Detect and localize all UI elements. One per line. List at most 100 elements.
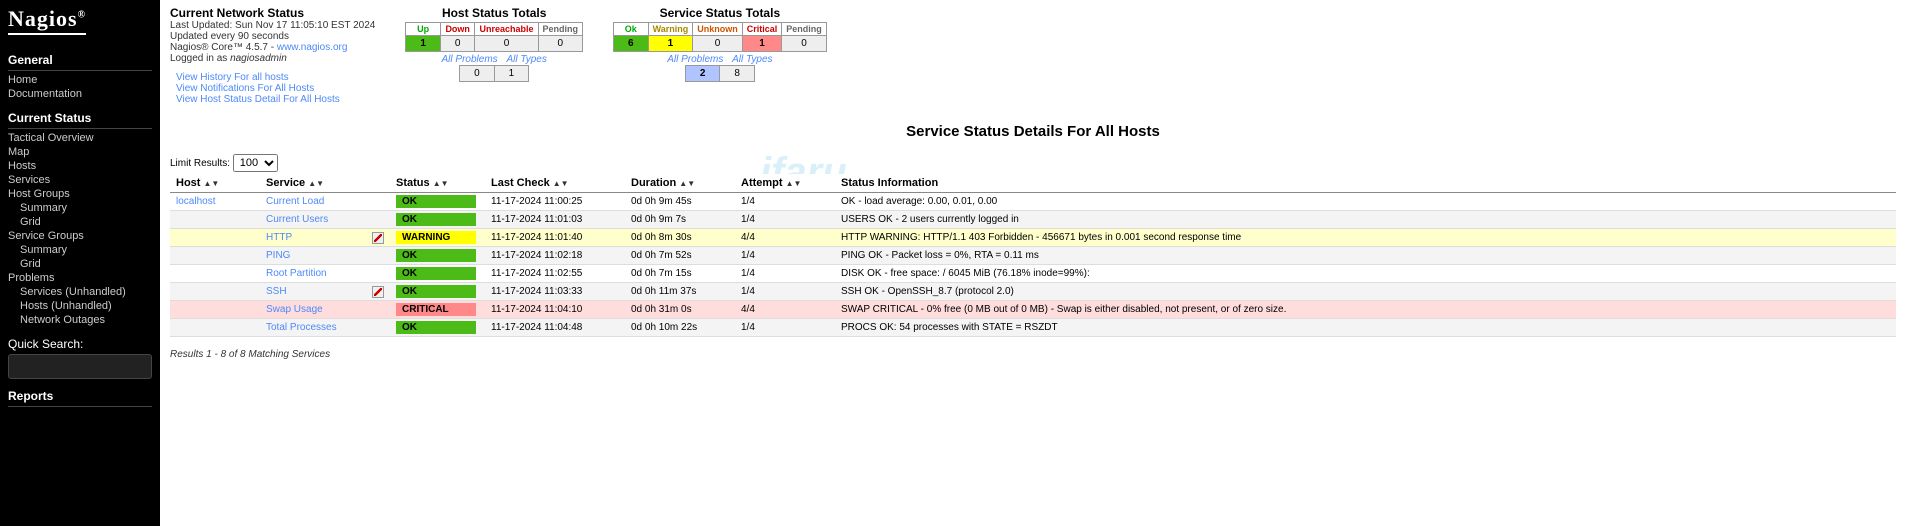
search-input[interactable] xyxy=(8,354,152,379)
th-crit[interactable]: Critical xyxy=(742,23,782,36)
nav-sg-grid[interactable]: Grid xyxy=(8,257,152,271)
cell-info: OK - load average: 0.00, 0.01, 0.00 xyxy=(835,193,1896,211)
nav-hosts-unhandled[interactable]: Hosts (Unhandled) xyxy=(8,299,152,313)
cell-last_check: 11-17-2024 11:04:10 xyxy=(485,301,625,319)
service-link[interactable]: Swap Usage xyxy=(266,304,323,315)
view-host-status-link[interactable]: View Host Status Detail For All Hosts xyxy=(176,94,375,105)
host-all-types-count[interactable]: 1 xyxy=(494,66,529,82)
host-all-types[interactable]: All Types xyxy=(506,54,546,65)
svc-all-types-count[interactable]: 8 xyxy=(720,66,755,82)
view-history-link[interactable]: View History For all hosts xyxy=(176,72,375,83)
sort-service[interactable]: ▲▼ xyxy=(308,179,324,188)
section-current-status: Current Status xyxy=(8,111,152,129)
notifications-disabled-icon xyxy=(372,286,384,298)
host-link[interactable]: localhost xyxy=(176,196,215,207)
logged-in: Logged in as nagiosadmin xyxy=(170,53,375,64)
cell-last_check: 11-17-2024 11:02:18 xyxy=(485,247,625,265)
view-notifications-link[interactable]: View Notifications For All Hosts xyxy=(176,83,375,94)
nav-outages[interactable]: Network Outages xyxy=(8,313,152,327)
nav-hostgroups[interactable]: Host Groups xyxy=(8,187,152,201)
nav-problems[interactable]: Problems xyxy=(8,271,152,285)
svc-crit-count[interactable]: 1 xyxy=(742,36,782,52)
core-version: Nagios® Core™ 4.5.7 - www.nagios.org xyxy=(170,42,375,53)
th-unk[interactable]: Unknown xyxy=(693,23,743,36)
logo: Nagios® xyxy=(8,6,86,35)
service-link[interactable]: Current Users xyxy=(266,214,328,225)
cell-attempt: 1/4 xyxy=(735,247,835,265)
nav-hosts[interactable]: Hosts xyxy=(8,159,152,173)
col-service[interactable]: Service ▲▼ xyxy=(260,174,390,193)
col-lastcheck[interactable]: Last Check ▲▼ xyxy=(485,174,625,193)
host-totals-title: Host Status Totals xyxy=(405,6,583,20)
table-row: Root PartitionOK11-17-2024 11:02:550d 0h… xyxy=(170,265,1896,283)
service-totals-title: Service Status Totals xyxy=(613,6,827,20)
sort-lastcheck[interactable]: ▲▼ xyxy=(553,179,569,188)
cell-attempt: 4/4 xyxy=(735,229,835,247)
nav-services-unhandled[interactable]: Services (Unhandled) xyxy=(8,285,152,299)
cell-info: DISK OK - free space: / 6045 MiB (76.18%… xyxy=(835,265,1896,283)
svc-warn-count[interactable]: 1 xyxy=(648,36,693,52)
nav-hg-grid[interactable]: Grid xyxy=(8,215,152,229)
table-row: localhostCurrent LoadOK11-17-2024 11:00:… xyxy=(170,193,1896,211)
cell-attempt: 1/4 xyxy=(735,319,835,337)
table-row: Swap UsageCRITICAL11-17-2024 11:04:100d … xyxy=(170,301,1896,319)
th-unreach[interactable]: Unreachable xyxy=(475,23,538,36)
host-down-count[interactable]: 0 xyxy=(440,36,475,52)
section-general: General xyxy=(8,53,152,71)
nav-services[interactable]: Services xyxy=(8,173,152,187)
col-host[interactable]: Host ▲▼ xyxy=(170,174,260,193)
host-unreach-count[interactable]: 0 xyxy=(475,36,538,52)
sort-status[interactable]: ▲▼ xyxy=(433,179,449,188)
status-title: Current Network Status xyxy=(170,6,375,20)
service-link[interactable]: HTTP xyxy=(266,232,292,243)
service-link[interactable]: Root Partition xyxy=(266,268,327,279)
service-link[interactable]: Current Load xyxy=(266,196,324,207)
limit-select[interactable]: 100 xyxy=(233,154,278,172)
sort-duration[interactable]: ▲▼ xyxy=(679,179,695,188)
host-up-count[interactable]: 1 xyxy=(406,36,441,52)
cell-duration: 0d 0h 9m 45s xyxy=(625,193,735,211)
nav-map[interactable]: Map xyxy=(8,145,152,159)
status-badge: WARNING xyxy=(396,231,476,244)
svc-unk-count[interactable]: 0 xyxy=(693,36,743,52)
service-link[interactable]: Total Processes xyxy=(266,322,337,333)
sort-attempt[interactable]: ▲▼ xyxy=(786,179,802,188)
host-pending-count[interactable]: 0 xyxy=(538,36,583,52)
nagios-link[interactable]: www.nagios.org xyxy=(277,42,348,53)
svc-all-problems-count[interactable]: 2 xyxy=(685,66,720,82)
cell-duration: 0d 0h 11m 37s xyxy=(625,283,735,301)
limit-row: Limit Results: 100 xyxy=(170,154,1896,172)
host-all-problems-count[interactable]: 0 xyxy=(460,66,495,82)
th-ok[interactable]: Ok xyxy=(614,23,649,36)
th-pending[interactable]: Pending xyxy=(538,23,583,36)
service-link[interactable]: SSH xyxy=(266,286,287,297)
th-down[interactable]: Down xyxy=(440,23,475,36)
nav-tactical[interactable]: Tactical Overview xyxy=(8,131,152,145)
page-heading: Service Status Details For All Hosts xyxy=(170,123,1896,140)
status-badge: OK xyxy=(396,321,476,334)
col-attempt[interactable]: Attempt ▲▼ xyxy=(735,174,835,193)
cell-duration: 0d 0h 8m 30s xyxy=(625,229,735,247)
svc-ok-count[interactable]: 6 xyxy=(614,36,649,52)
sort-host[interactable]: ▲▼ xyxy=(204,179,220,188)
service-totals: Service Status Totals Ok Warning Unknown… xyxy=(613,6,827,82)
nav-sg-summary[interactable]: Summary xyxy=(8,243,152,257)
svc-all-types[interactable]: All Types xyxy=(732,54,772,65)
nav-home[interactable]: Home xyxy=(8,73,152,87)
cell-last_check: 11-17-2024 11:01:40 xyxy=(485,229,625,247)
svc-pending-count[interactable]: 0 xyxy=(782,36,827,52)
col-status[interactable]: Status ▲▼ xyxy=(390,174,485,193)
table-row: PINGOK11-17-2024 11:02:180d 0h 7m 52s1/4… xyxy=(170,247,1896,265)
th-up[interactable]: Up xyxy=(406,23,441,36)
nav-hg-summary[interactable]: Summary xyxy=(8,201,152,215)
cell-last_check: 11-17-2024 11:02:55 xyxy=(485,265,625,283)
cell-last_check: 11-17-2024 11:01:03 xyxy=(485,211,625,229)
nav-documentation[interactable]: Documentation xyxy=(8,87,152,101)
service-link[interactable]: PING xyxy=(266,250,290,261)
col-duration[interactable]: Duration ▲▼ xyxy=(625,174,735,193)
th-warn[interactable]: Warning xyxy=(648,23,693,36)
svc-all-problems[interactable]: All Problems xyxy=(667,54,723,65)
host-all-problems[interactable]: All Problems xyxy=(442,54,498,65)
th-svc-pending[interactable]: Pending xyxy=(782,23,827,36)
nav-servicegroups[interactable]: Service Groups xyxy=(8,229,152,243)
